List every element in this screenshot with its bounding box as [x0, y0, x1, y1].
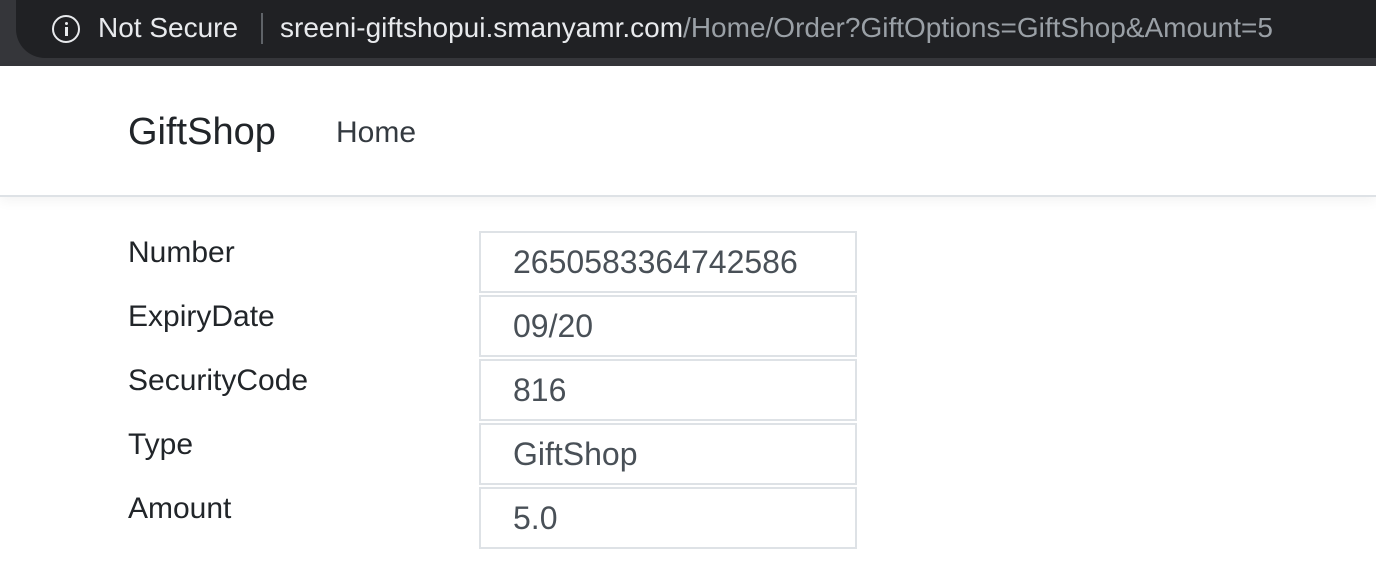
field-label: SecurityCode — [128, 364, 309, 397]
address-bar-divider — [261, 13, 263, 44]
url-path[interactable]: /Home/Order?GiftOptions=GiftShop&Amount=… — [683, 12, 1273, 43]
site-navbar: GiftShop Home — [0, 66, 1376, 197]
field-value: 816 — [479, 359, 857, 421]
field-label: Number — [128, 236, 235, 269]
order-row-amount: Amount 5.0 — [0, 487, 1376, 549]
field-label: ExpiryDate — [128, 300, 275, 333]
security-indicator[interactable]: Not Secure — [98, 11, 238, 45]
field-value: 2650583364742586 — [479, 231, 857, 293]
info-icon[interactable] — [52, 15, 80, 43]
nav-link-home[interactable]: Home — [336, 116, 416, 150]
order-row-type: Type GiftShop — [0, 423, 1376, 485]
address-bar[interactable]: Not Secure sreeni-giftshopui.smanyamr.co… — [16, 0, 1376, 58]
field-label: Amount — [128, 492, 232, 525]
url-text[interactable]: sreeni-giftshopui.smanyamr.com/Home/Orde… — [280, 11, 1273, 45]
field-value: 5.0 — [479, 487, 857, 549]
order-row-security-code: SecurityCode 816 — [0, 359, 1376, 421]
order-row-number: Number 2650583364742586 — [0, 231, 1376, 293]
field-value: GiftShop — [479, 423, 857, 485]
url-host[interactable]: sreeni-giftshopui.smanyamr.com — [280, 12, 683, 43]
order-row-expiry-date: ExpiryDate 09/20 — [0, 295, 1376, 357]
field-value: 09/20 — [479, 295, 857, 357]
brand-link[interactable]: GiftShop — [128, 110, 276, 154]
browser-toolbar: Not Secure sreeni-giftshopui.smanyamr.co… — [0, 0, 1376, 66]
field-label: Type — [128, 428, 194, 461]
